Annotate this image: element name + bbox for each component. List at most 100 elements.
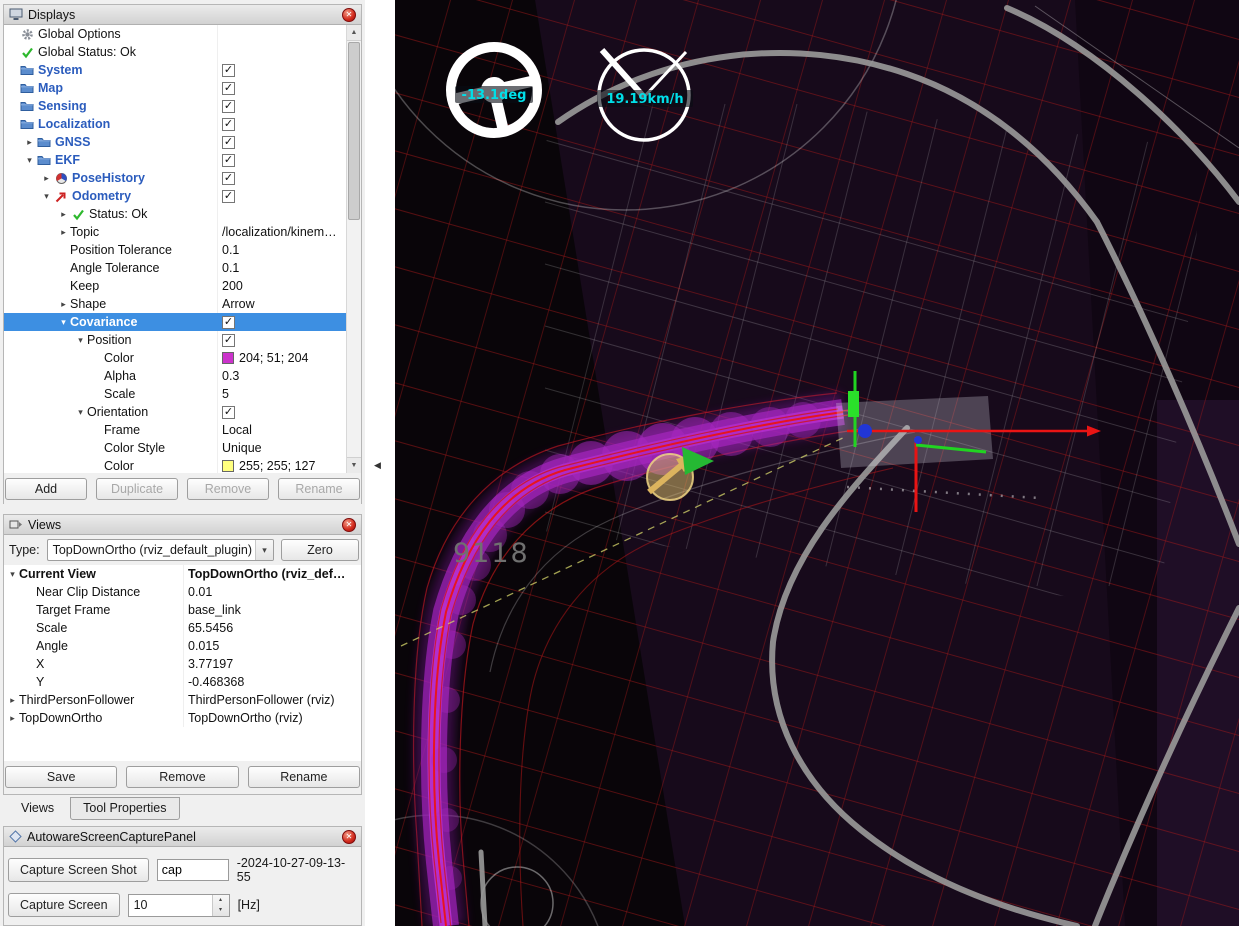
row-value-text[interactable]: 0.015 xyxy=(188,637,219,655)
tree-row-shape[interactable]: ▸ Shape Arrow xyxy=(4,295,361,313)
row-value-text[interactable]: TopDownOrtho (rviz) xyxy=(188,709,303,727)
spinner-arrows[interactable]: ▴ ▾ xyxy=(211,894,229,916)
tree-row-ekf[interactable]: ▾ EKF ✓ xyxy=(4,151,361,169)
tree-row-angle[interactable]: Angle 0.015 xyxy=(4,637,361,655)
tree-row-target-frame[interactable]: Target Frame base_link xyxy=(4,601,361,619)
tree-row-x[interactable]: X 3.77197 xyxy=(4,655,361,673)
tree-row-topdownortho[interactable]: ▸ TopDownOrtho TopDownOrtho (rviz) xyxy=(4,709,361,727)
visibility-checkbox[interactable]: ✓ xyxy=(222,117,235,131)
expand-row-icon[interactable]: ▸ xyxy=(23,133,36,151)
collapse-panel-icon[interactable]: ◀ xyxy=(374,460,381,471)
collapse-row-icon[interactable]: ▾ xyxy=(74,403,87,421)
visibility-checkbox[interactable]: ✓ xyxy=(222,153,235,167)
row-value-text[interactable]: 204; 51; 204 xyxy=(239,349,309,367)
expand-row-icon[interactable]: ▸ xyxy=(6,691,19,709)
view-type-dropdown[interactable]: TopDownOrtho (rviz_default_plugin) ▾ xyxy=(46,539,274,561)
displays-panel-titlebar[interactable]: Displays ✕ xyxy=(4,5,361,25)
row-value-text[interactable]: 65.5456 xyxy=(188,619,233,637)
tree-row-odometry[interactable]: ▾ Odometry ✓ xyxy=(4,187,361,205)
tree-row-position[interactable]: ▾ Position ✓ xyxy=(4,331,361,349)
row-value-text[interactable]: base_link xyxy=(188,601,241,619)
views-panel-titlebar[interactable]: Views ✕ xyxy=(4,515,361,535)
tree-row-color[interactable]: Color 255; 255; 127 xyxy=(4,457,361,473)
visibility-checkbox[interactable]: ✓ xyxy=(222,99,235,113)
tree-row-system[interactable]: System ✓ xyxy=(4,61,361,79)
scroll-thumb[interactable] xyxy=(348,42,360,220)
visibility-checkbox[interactable]: ✓ xyxy=(222,81,235,95)
tree-row-global-status-ok[interactable]: Global Status: Ok xyxy=(4,43,361,61)
expand-row-icon[interactable]: ▸ xyxy=(40,169,53,187)
expand-row-icon[interactable]: ▸ xyxy=(57,205,70,223)
row-value-text[interactable]: Arrow xyxy=(222,295,255,313)
tree-row-alpha[interactable]: Alpha 0.3 xyxy=(4,367,361,385)
rename-button[interactable]: Rename xyxy=(278,478,360,500)
scrollbar[interactable]: ▲ ▼ xyxy=(346,25,361,473)
tree-row-global-options[interactable]: Global Options xyxy=(4,25,361,43)
row-value-text[interactable]: Local xyxy=(222,421,252,439)
zero-button[interactable]: Zero xyxy=(281,539,359,561)
collapse-row-icon[interactable]: ▾ xyxy=(74,331,87,349)
visibility-checkbox[interactable]: ✓ xyxy=(222,135,235,149)
visibility-checkbox[interactable]: ✓ xyxy=(222,63,235,77)
row-value-text[interactable]: TopDownOrtho (rviz_def… xyxy=(188,565,345,583)
tree-row-status-ok[interactable]: ▸ Status: Ok xyxy=(4,205,361,223)
capture-rate-spinbox[interactable]: 10 ▴ ▾ xyxy=(127,893,230,917)
row-value-text[interactable]: 0.1 xyxy=(222,259,239,277)
tree-row-covariance[interactable]: ▾ Covariance ✓ xyxy=(4,313,361,331)
row-value-text[interactable]: 0.3 xyxy=(222,367,239,385)
remove-view-button[interactable]: Remove xyxy=(126,766,239,788)
expand-row-icon[interactable]: ▸ xyxy=(57,295,70,313)
scroll-up-icon[interactable]: ▲ xyxy=(347,25,361,41)
collapse-row-icon[interactable]: ▾ xyxy=(57,313,70,331)
expand-row-icon[interactable]: ▸ xyxy=(57,223,70,241)
tree-row-y[interactable]: Y -0.468368 xyxy=(4,673,361,691)
tree-row-angle-tolerance[interactable]: Angle Tolerance 0.1 xyxy=(4,259,361,277)
close-icon[interactable]: ✕ xyxy=(342,7,356,22)
capture-screen-button[interactable]: Capture Screen xyxy=(8,893,120,917)
tree-row-gnss[interactable]: ▸ GNSS ✓ xyxy=(4,133,361,151)
tree-row-scale[interactable]: Scale 5 xyxy=(4,385,361,403)
row-value-text[interactable]: 3.77197 xyxy=(188,655,233,673)
color-swatch[interactable] xyxy=(222,352,234,364)
row-value-text[interactable]: ThirdPersonFollower (rviz) xyxy=(188,691,335,709)
chevron-down-icon[interactable]: ▾ xyxy=(255,540,273,560)
tree-row-color[interactable]: Color 204; 51; 204 xyxy=(4,349,361,367)
tree-row-position-tolerance[interactable]: Position Tolerance 0.1 xyxy=(4,241,361,259)
rename-view-button[interactable]: Rename xyxy=(247,766,360,788)
row-value-text[interactable]: 200 xyxy=(222,277,243,295)
close-icon[interactable]: ✕ xyxy=(342,829,356,844)
row-value-text[interactable]: Unique xyxy=(222,439,262,457)
row-value-text[interactable]: 0.01 xyxy=(188,583,212,601)
visibility-checkbox[interactable]: ✓ xyxy=(222,405,235,419)
capture-screenshot-button[interactable]: Capture Screen Shot xyxy=(8,858,149,882)
collapse-row-icon[interactable]: ▾ xyxy=(23,151,36,169)
tree-row-localization[interactable]: Localization ✓ xyxy=(4,115,361,133)
capture-prefix-input[interactable] xyxy=(156,859,229,881)
remove-button[interactable]: Remove xyxy=(187,478,269,500)
visibility-checkbox[interactable]: ✓ xyxy=(222,315,235,329)
tree-row-sensing[interactable]: Sensing ✓ xyxy=(4,97,361,115)
collapse-row-icon[interactable]: ▾ xyxy=(40,187,53,205)
spin-down-icon[interactable]: ▾ xyxy=(213,905,229,916)
visibility-checkbox[interactable]: ✓ xyxy=(222,189,235,203)
tree-row-scale[interactable]: Scale 65.5456 xyxy=(4,619,361,637)
tree-row-posehistory[interactable]: ▸ PoseHistory ✓ xyxy=(4,169,361,187)
add-button[interactable]: Add xyxy=(5,478,87,500)
tree-row-thirdpersonfollower[interactable]: ▸ ThirdPersonFollower ThirdPersonFollower … xyxy=(4,691,361,709)
collapse-row-icon[interactable]: ▾ xyxy=(6,565,19,583)
color-swatch[interactable] xyxy=(222,460,234,472)
expand-row-icon[interactable]: ▸ xyxy=(6,709,19,727)
row-value-text[interactable]: /localization/kinem… xyxy=(222,223,337,241)
tree-row-topic[interactable]: ▸ Topic/localization/kinem… xyxy=(4,223,361,241)
row-value-text[interactable]: 255; 255; 127 xyxy=(239,457,315,473)
capture-panel-titlebar[interactable]: AutowareScreenCapturePanel ✕ xyxy=(4,827,361,847)
visibility-checkbox[interactable]: ✓ xyxy=(222,333,235,347)
scroll-down-icon[interactable]: ▼ xyxy=(347,457,361,473)
row-value-text[interactable]: -0.468368 xyxy=(188,673,244,691)
tab-tool-properties[interactable]: Tool Properties xyxy=(70,797,180,820)
tab-views[interactable]: Views xyxy=(9,797,66,819)
save-button[interactable]: Save xyxy=(5,766,118,788)
tree-row-near-clip-distance[interactable]: Near Clip Distance 0.01 xyxy=(4,583,361,601)
tree-row-map[interactable]: Map ✓ xyxy=(4,79,361,97)
visibility-checkbox[interactable]: ✓ xyxy=(222,171,235,185)
